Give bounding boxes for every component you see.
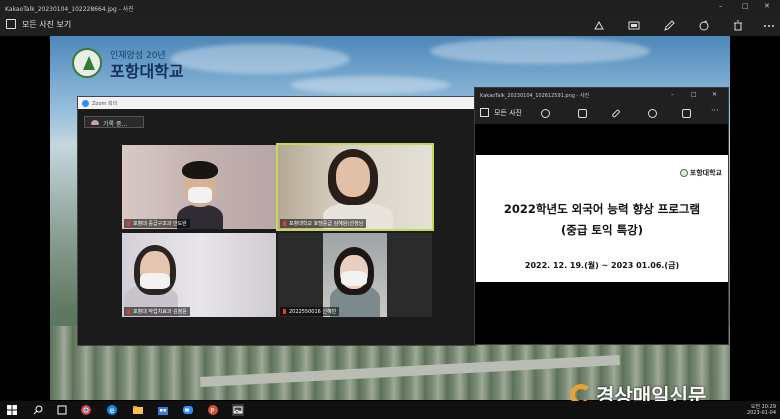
inner-close-button[interactable]: ✕ bbox=[712, 91, 717, 98]
zoom-logo-icon bbox=[82, 100, 89, 107]
windows-taskbar: e P 오전 10:29 2023-01-04 bbox=[0, 401, 780, 419]
recording-indicator[interactable]: 기록 중... bbox=[84, 116, 144, 128]
chrome-icon[interactable] bbox=[80, 404, 92, 416]
powerpoint-icon[interactable]: P bbox=[207, 404, 219, 416]
inner-toolbar: 모든 사진 ··· bbox=[475, 102, 728, 124]
participant-tile[interactable]: 포항대 중급구조과 안도완 bbox=[122, 145, 276, 229]
photos-icon[interactable] bbox=[232, 404, 244, 416]
program-slide: 포항대학교 2022학년도 외국어 능력 향상 프로그램 (중급 토익 특강) … bbox=[476, 155, 728, 282]
slide-logo-text: 포항대학교 bbox=[689, 169, 722, 177]
maximize-button[interactable]: □ bbox=[742, 2, 749, 10]
inner-all-photos-label[interactable]: 모든 사진 bbox=[494, 108, 522, 118]
clock-date: 2023-01-04 bbox=[746, 410, 776, 416]
all-photos-label[interactable]: 모든 사진 보기 bbox=[22, 19, 71, 30]
participant-name: 포항대 작업치료과 김정윤 bbox=[133, 309, 187, 315]
edit-icon[interactable] bbox=[611, 108, 621, 119]
participant-tile[interactable]: 포항대 작업치료과 김정윤 bbox=[122, 233, 276, 317]
participant-name: 포항대 중급구조과 안도완 bbox=[133, 221, 187, 227]
more-icon[interactable]: ··· bbox=[711, 106, 719, 115]
store-icon[interactable] bbox=[157, 404, 169, 416]
slide-title-line1: 2022학년도 외국어 능력 향상 프로그램 bbox=[503, 202, 701, 216]
zoom-title: Zoom 회의 bbox=[92, 101, 118, 107]
slide-date-range: 2022. 12. 19.(월) ~ 2023 01.06.(금) bbox=[524, 261, 680, 270]
participant-name: 포항대학교 호텔중급 김혜원(선생님 bbox=[289, 221, 364, 227]
all-photos-button[interactable] bbox=[6, 19, 16, 29]
inner-maximize-button[interactable]: □ bbox=[691, 91, 697, 98]
participant-tile[interactable]: 2022550016 신혜빈 bbox=[278, 233, 432, 317]
minimize-button[interactable]: – bbox=[719, 2, 723, 10]
university-logo bbox=[72, 48, 102, 78]
slide-logo: 포항대학교 bbox=[679, 168, 722, 178]
slide-title-line2: (중급 토익 특강) bbox=[561, 223, 643, 237]
outer-window-title: KakaoTalk_20230104_102228664.jpg - 사진 bbox=[5, 6, 134, 13]
inner-title-bar: KakaoTalk_20230104_102612591.png - 사진 – … bbox=[475, 88, 728, 102]
video-icon[interactable] bbox=[628, 20, 640, 31]
file-explorer-icon[interactable] bbox=[132, 404, 144, 416]
enhance-icon[interactable] bbox=[593, 20, 605, 31]
participant-name: 2022550016 신혜빈 bbox=[289, 309, 337, 315]
more-icon[interactable] bbox=[763, 20, 775, 31]
muted-mic-icon bbox=[283, 221, 286, 226]
enhance-icon[interactable] bbox=[541, 109, 550, 118]
delete-icon[interactable] bbox=[732, 20, 744, 31]
muted-mic-icon bbox=[283, 309, 286, 314]
inner-photos-window: KakaoTalk_20230104_102612591.png - 사진 – … bbox=[474, 87, 729, 345]
participant-tile-active[interactable]: 포항대학교 호텔중급 김혜원(선생님 bbox=[276, 143, 434, 231]
university-name: 포항대학교 bbox=[110, 62, 184, 81]
close-button[interactable]: ✕ bbox=[764, 2, 770, 10]
taskbar-clock[interactable]: 오전 10:29 2023-01-04 bbox=[747, 404, 776, 416]
recording-label: 기록 중... bbox=[103, 121, 128, 128]
video-icon[interactable] bbox=[578, 109, 587, 118]
zoom-icon[interactable] bbox=[182, 404, 194, 416]
zoom-title-bar: Zoom 회의 bbox=[78, 97, 476, 109]
muted-mic-icon bbox=[127, 309, 130, 314]
rotate-icon[interactable] bbox=[698, 20, 710, 31]
cloud-record-icon bbox=[91, 120, 99, 125]
inner-minimize-button[interactable]: – bbox=[671, 91, 674, 98]
inner-window-title: KakaoTalk_20230104_102612591.png - 사진 bbox=[480, 93, 590, 99]
svg-text:e: e bbox=[110, 406, 115, 415]
delete-icon[interactable] bbox=[682, 109, 691, 118]
task-view-icon[interactable] bbox=[56, 404, 68, 416]
outer-toolbar: 모든 사진 보기 bbox=[0, 14, 780, 36]
inner-all-photos-icon[interactable] bbox=[480, 108, 489, 117]
svg-text:P: P bbox=[210, 407, 214, 415]
edit-icon[interactable] bbox=[663, 20, 675, 31]
start-icon[interactable] bbox=[6, 404, 18, 416]
edge-icon[interactable]: e bbox=[106, 404, 118, 416]
zoom-window: Zoom 회의 기록 중... 포항대 중급구조과 안도완 포항대학교 호텔중급… bbox=[77, 96, 477, 346]
rotate-icon[interactable] bbox=[648, 109, 657, 118]
university-logo-icon bbox=[679, 169, 688, 177]
outer-title-bar: KakaoTalk_20230104_102228664.jpg - 사진 – … bbox=[0, 0, 780, 14]
search-icon[interactable] bbox=[32, 404, 44, 416]
muted-mic-icon bbox=[127, 221, 130, 226]
